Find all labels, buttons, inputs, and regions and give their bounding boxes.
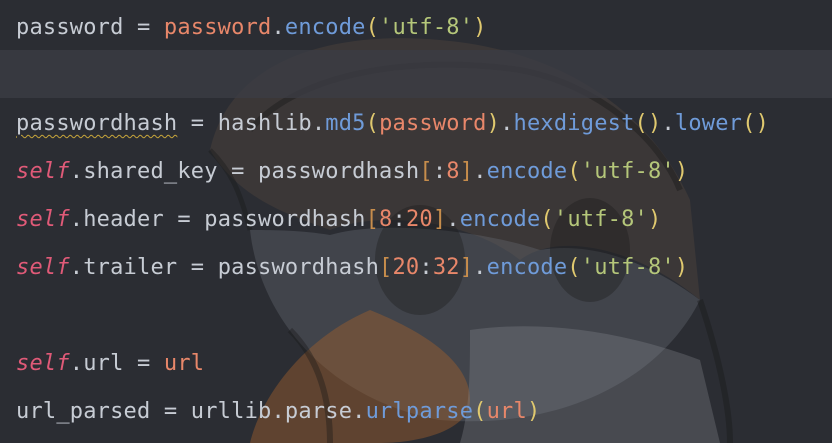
code-token: ( <box>567 159 581 184</box>
code-token: 8 <box>446 159 460 184</box>
code-token: ( <box>567 255 581 280</box>
code-token: ] <box>459 159 474 184</box>
code-token: . <box>446 207 460 232</box>
code-token: 20 <box>392 255 420 280</box>
code-token: : <box>419 255 433 280</box>
code-token: () <box>634 111 662 136</box>
code-token: . <box>473 159 487 184</box>
code-token: self <box>16 159 70 184</box>
code-token: url <box>486 399 527 424</box>
code-token: [ <box>419 159 433 184</box>
code-token: ) <box>674 159 689 184</box>
code-token: . <box>500 111 514 136</box>
code-token: .parse. <box>271 399 366 424</box>
code-token: 'utf-8' <box>580 159 675 184</box>
code-token: ( <box>473 399 487 424</box>
code-token: ) <box>648 207 662 232</box>
code-token: passwordhash <box>204 207 366 232</box>
code-token: encode <box>459 207 541 232</box>
code-token: 32 <box>432 255 460 280</box>
code-token: ( <box>540 207 554 232</box>
code-token: url <box>163 351 205 376</box>
code-token: passwordhash <box>217 255 380 280</box>
code-token: () <box>742 111 770 136</box>
code-token: [ <box>379 255 393 280</box>
code-line[interactable]: self.header = passwordhash[8:20].encode(… <box>16 196 661 244</box>
code-token: urllib <box>190 399 272 424</box>
code-token: 8 <box>379 207 393 232</box>
code-token: 'utf-8' <box>580 255 675 280</box>
code-token: : <box>392 207 406 232</box>
code-token: hexdigest <box>513 111 635 136</box>
code-token: 'utf-8' <box>379 15 474 40</box>
code-token: ( <box>365 15 380 40</box>
code-token: ) <box>674 255 689 280</box>
code-token: ] <box>459 255 474 280</box>
code-token: = <box>123 351 164 376</box>
code-token: = <box>177 255 218 280</box>
code-token: passwordhash <box>16 111 178 136</box>
code-token: = <box>163 207 205 232</box>
code-token: . <box>271 15 285 40</box>
code-token: = <box>150 399 191 424</box>
code-token: .trailer <box>69 255 178 280</box>
code-line[interactable]: url_parsed = urllib.parse.urlparse(url) <box>16 388 540 436</box>
code-token: ) <box>473 15 487 40</box>
code-token: self <box>16 351 70 376</box>
code-token: = <box>177 111 218 136</box>
code-token: ) <box>526 399 541 424</box>
code-token: ) <box>486 111 501 136</box>
code-token: [ <box>365 207 380 232</box>
code-token: ( <box>365 111 380 136</box>
code-token: = <box>123 15 164 40</box>
code-line[interactable]: passwordhash = hashlib.md5(password).hex… <box>16 100 769 148</box>
code-token: 20 <box>405 207 433 232</box>
code-token: self <box>16 207 70 232</box>
code-line[interactable]: self.trailer = passwordhash[20:32].encod… <box>16 244 688 292</box>
code-token: password <box>16 15 124 40</box>
code-token: .url <box>69 351 124 376</box>
code-token: password <box>379 111 487 136</box>
code-line[interactable]: password = password.encode('utf-8') <box>16 4 487 52</box>
code-token: . <box>311 111 326 136</box>
code-token: 'utf-8' <box>553 207 648 232</box>
code-token: urlparse <box>365 399 474 424</box>
code-token: : <box>432 159 447 184</box>
code-token: url_parsed <box>16 399 151 424</box>
code-token: .shared_key <box>69 159 218 184</box>
code-token: self <box>16 255 70 280</box>
code-token: . <box>473 255 487 280</box>
code-token: lower <box>674 111 743 136</box>
code-token: . <box>661 111 675 136</box>
code-token: ] <box>432 207 447 232</box>
code-line[interactable]: self.url = url <box>16 340 204 388</box>
code-token: encode <box>486 159 568 184</box>
code-token: = <box>217 159 259 184</box>
code-token: passwordhash <box>258 159 420 184</box>
code-token: password <box>163 15 272 40</box>
code-token: md5 <box>325 111 366 136</box>
code-token: hashlib <box>217 111 312 136</box>
code-line[interactable]: self.shared_key = passwordhash[:8].encod… <box>16 148 688 196</box>
code-token: .header <box>69 207 164 232</box>
code-token: encode <box>486 255 568 280</box>
code-token: encode <box>284 15 366 40</box>
code-editor[interactable]: password = password.encode('utf-8') passw… <box>0 0 832 443</box>
